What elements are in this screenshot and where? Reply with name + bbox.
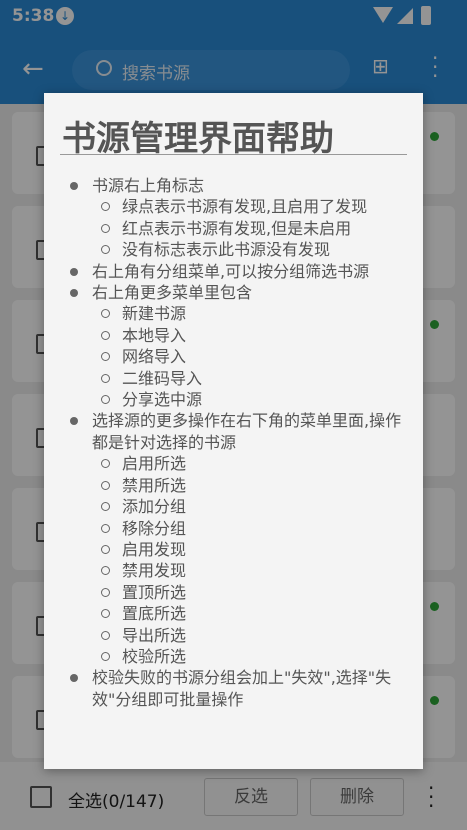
title-divider: [60, 154, 407, 155]
help-subitem: 启用发现: [44, 539, 423, 560]
help-subitem: 红点表示书源有发现,但是未启用: [44, 218, 423, 239]
help-subitem: 新建书源: [44, 303, 423, 324]
help-subitem: 移除分组: [44, 518, 423, 539]
help-item: 书源右上角标志: [44, 175, 423, 196]
help-subitem: 网络导入: [44, 346, 423, 367]
dialog-title: 书源管理界面帮助: [62, 119, 334, 159]
help-subitem: 禁用发现: [44, 560, 423, 581]
help-subitem: 禁用所选: [44, 475, 423, 496]
help-subitem: 置顶所选: [44, 582, 423, 603]
help-subitem: 置底所选: [44, 603, 423, 624]
help-item: 校验失败的书源分组会加上"失效",选择"失效"分组即可批量操作: [44, 667, 423, 710]
help-subitem: 导出所选: [44, 625, 423, 646]
help-subitem: 添加分组: [44, 496, 423, 517]
help-subitem: 启用所选: [44, 453, 423, 474]
help-dialog: 书源管理界面帮助 书源右上角标志 绿点表示书源有发现,且启用了发现 红点表示书源…: [44, 93, 423, 769]
help-item: 选择源的更多操作在右下角的菜单里面,操作都是针对选择的书源: [44, 410, 423, 453]
help-subitem: 校验所选: [44, 646, 423, 667]
help-subitem: 二维码导入: [44, 368, 423, 389]
help-content: 书源右上角标志 绿点表示书源有发现,且启用了发现 红点表示书源有发现,但是未启用…: [44, 175, 423, 710]
help-subitem: 本地导入: [44, 325, 423, 346]
help-subitem: 分享选中源: [44, 389, 423, 410]
help-item: 右上角有分组菜单,可以按分组筛选书源: [44, 261, 423, 282]
help-subitem: 没有标志表示此书源没有发现: [44, 239, 423, 260]
help-subitem: 绿点表示书源有发现,且启用了发现: [44, 196, 423, 217]
help-item: 右上角更多菜单里包含: [44, 282, 423, 303]
